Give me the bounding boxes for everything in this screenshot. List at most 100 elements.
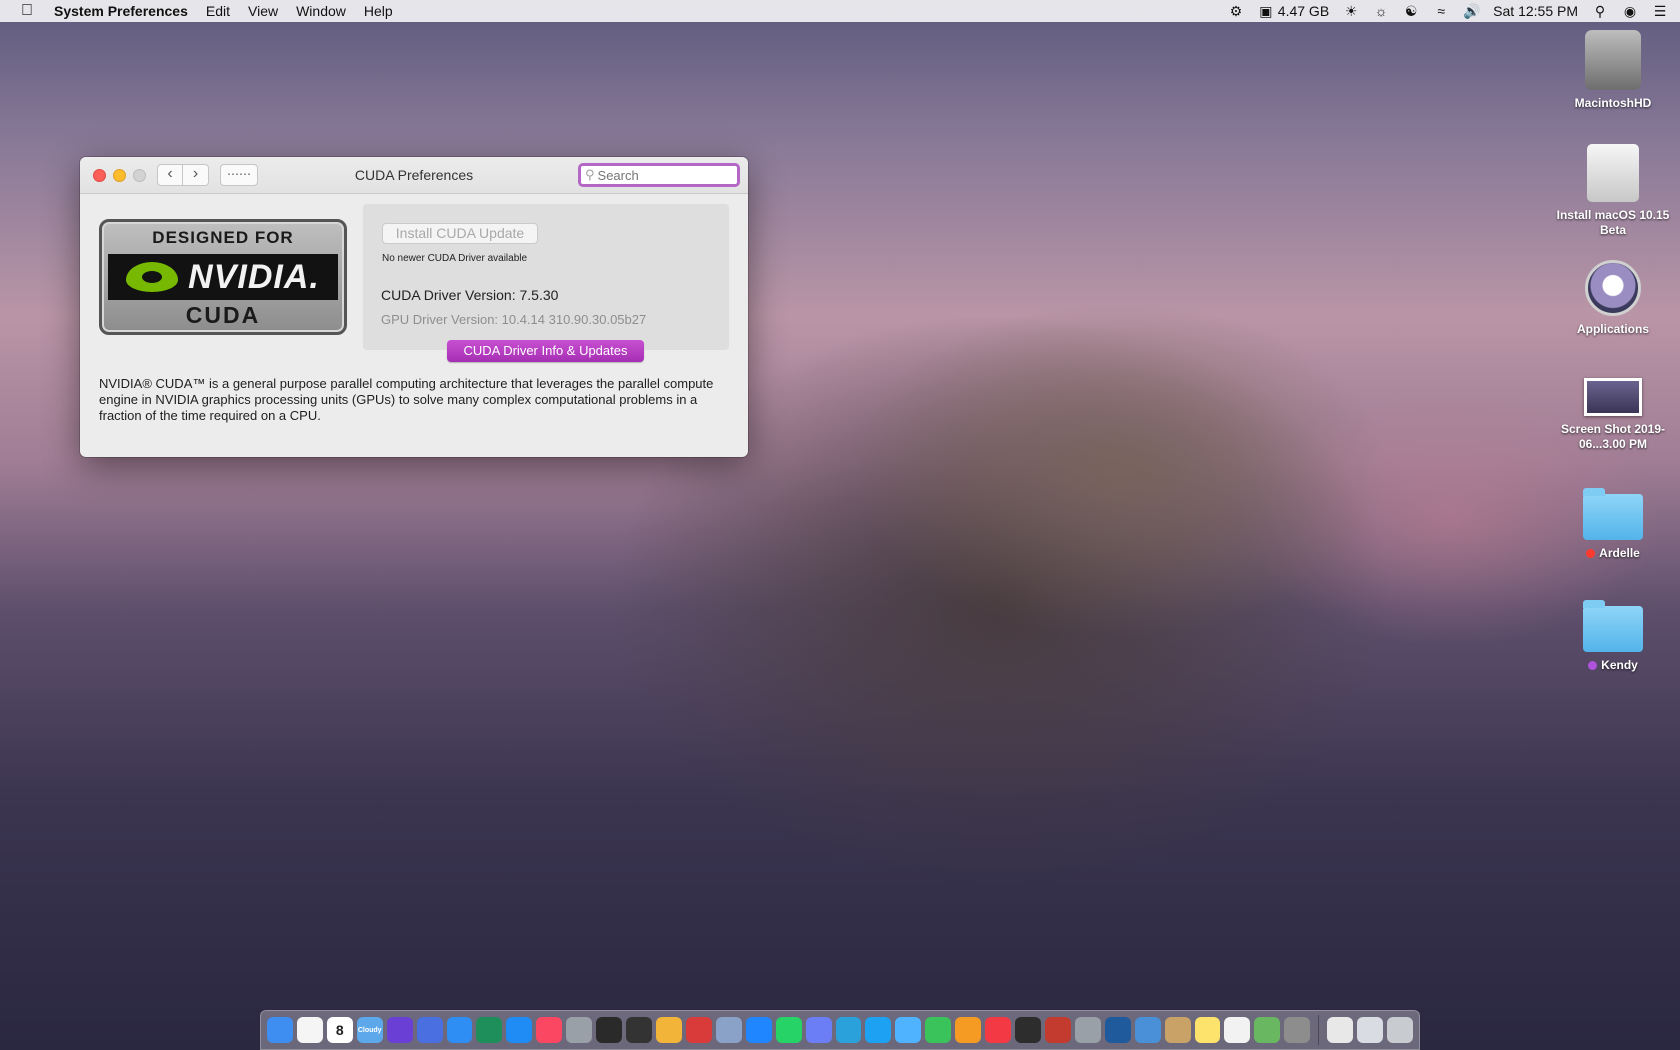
notification-center-icon[interactable]: ☰: [1652, 3, 1668, 19]
apple-menu-icon[interactable]: : [0, 2, 54, 20]
red-tag-icon: [1586, 549, 1596, 558]
dock-window-stack-icon[interactable]: [1357, 1017, 1384, 1043]
menu-edit[interactable]: Edit: [206, 3, 230, 19]
dock-disk-utility-icon[interactable]: [1074, 1017, 1101, 1043]
menu-window[interactable]: Window: [296, 3, 346, 19]
dock-clock-icon[interactable]: [296, 1017, 323, 1043]
dock-notes-icon[interactable]: [1194, 1017, 1221, 1043]
dock-twitter-icon[interactable]: [865, 1017, 892, 1043]
desktop-icon-folder-kendy[interactable]: Kendy: [1553, 600, 1673, 673]
hard-drive-icon: [1585, 30, 1641, 90]
dock-weather-icon[interactable]: Cloudy: [356, 1017, 383, 1043]
install-cuda-update-button[interactable]: Install CUDA Update: [382, 223, 538, 244]
desktop-icon-install-macos[interactable]: Install macOS 10.15 Beta: [1553, 144, 1673, 238]
dock-photos-icon[interactable]: [655, 1017, 682, 1043]
dock-safari-alt-icon[interactable]: [416, 1017, 443, 1043]
status-area: ⚙ ▣ 4.47 GB ☀ ☼ ☯ ≈ 🔊 Sat 12:55 PM ⚲ ◉ ☰: [1228, 3, 1680, 19]
logo-brand-text: NVIDIA.: [188, 257, 320, 296]
update-status-text: No newer CUDA Driver available: [382, 253, 528, 264]
desktop-icon-label: MacintoshHD: [1574, 96, 1652, 110]
logo-top-text: DESIGNED FOR: [152, 228, 294, 247]
dock-messenger-icon[interactable]: [745, 1017, 772, 1043]
dock-contacts-icon[interactable]: [1164, 1017, 1191, 1043]
memory-value: 4.47 GB: [1277, 3, 1330, 19]
dock-mission-control-icon[interactable]: [626, 1017, 652, 1043]
app-name-menu[interactable]: System Preferences: [54, 3, 188, 19]
dock-safari-icon[interactable]: [446, 1017, 473, 1043]
dock-siri-icon[interactable]: [386, 1017, 413, 1043]
desktop-icon-label: Applications: [1576, 322, 1649, 336]
dock-mail-icon[interactable]: [715, 1017, 742, 1043]
window-titlebar[interactable]: ‹ › ⋯⋯ CUDA Preferences ⚲: [80, 157, 748, 194]
disk-image-icon: [1587, 144, 1639, 202]
desktop-icon-label: Install macOS 10.15 Beta: [1556, 208, 1670, 237]
cuda-description: NVIDIA® CUDA™ is a general purpose paral…: [99, 376, 714, 423]
folder-icon: [1583, 600, 1643, 652]
desktop-icon-label-row: Kendy: [1553, 658, 1673, 673]
desktop-icon-label: Kendy: [1601, 658, 1638, 672]
volume-icon[interactable]: 🔊: [1463, 3, 1480, 19]
dock-maps-icon[interactable]: [1254, 1017, 1281, 1043]
menu-bar:  System Preferences Edit View Window He…: [0, 0, 1680, 22]
screenshot-thumbnail-icon: [1584, 378, 1642, 416]
dock-document-icon[interactable]: [1327, 1017, 1354, 1043]
dock-telegram-icon[interactable]: [835, 1017, 862, 1043]
dock-trash-icon[interactable]: [1387, 1017, 1414, 1043]
cpu-monitor-icon[interactable]: ⚙: [1228, 3, 1244, 19]
desktop-icon-macintosh-hd[interactable]: MacintoshHD: [1553, 30, 1673, 111]
dock-quicktime-icon[interactable]: [1104, 1017, 1131, 1043]
dock-music-icon[interactable]: [536, 1017, 563, 1043]
logo-brand-band: NVIDIA.: [108, 254, 338, 300]
search-input[interactable]: [597, 167, 728, 183]
folder-icon: [1583, 488, 1643, 540]
dock-discord-icon[interactable]: [805, 1017, 832, 1043]
dock: 8 Cloudy: [260, 1010, 1420, 1050]
dock-facetime-icon[interactable]: [925, 1017, 952, 1043]
desktop-icon-label: Screen Shot 2019-06...3.00 PM: [1560, 422, 1666, 451]
cuda-driver-version: CUDA Driver Version: 7.5.30: [381, 287, 559, 303]
search-icon: ⚲: [585, 167, 595, 182]
memory-status[interactable]: ▣ 4.47 GB: [1258, 3, 1329, 19]
desktop-icon-applications[interactable]: Applications: [1553, 260, 1673, 337]
spotlight-icon[interactable]: ⚲: [1592, 3, 1608, 19]
desktop-icon-screenshot[interactable]: Screen Shot 2019-06...3.00 PM: [1553, 378, 1673, 452]
nvidia-cuda-logo: DESIGNED FOR NVIDIA. CUDA: [99, 219, 347, 335]
sun-icon[interactable]: ☼: [1373, 3, 1389, 19]
dock-reminders-icon[interactable]: [1224, 1017, 1251, 1043]
menu-view[interactable]: View: [248, 3, 278, 19]
logo-bottom-text: CUDA: [185, 302, 261, 328]
desktop-icon-folder-ardelle[interactable]: Ardelle: [1553, 488, 1673, 561]
purple-tag-icon: [1588, 661, 1598, 670]
wifi-icon[interactable]: ≈: [1433, 3, 1449, 19]
dock-activity-monitor-icon[interactable]: [1015, 1017, 1041, 1043]
search-field[interactable]: ⚲: [578, 163, 740, 187]
vpn-icon[interactable]: ☯: [1403, 3, 1419, 19]
siri-icon[interactable]: ◉: [1622, 3, 1638, 19]
dock-app-store-icon[interactable]: [506, 1017, 533, 1043]
dock-news-icon[interactable]: [985, 1017, 1012, 1043]
dock-home-icon[interactable]: [955, 1017, 982, 1043]
dock-photo-booth-icon[interactable]: [685, 1017, 712, 1043]
memory-icon: ▣: [1259, 3, 1273, 19]
dock-app-dot-icon[interactable]: [476, 1017, 503, 1043]
dock-calendar-icon[interactable]: 8: [326, 1017, 353, 1043]
gpu-driver-version: GPU Driver Version: 10.4.14 310.90.30.05…: [381, 312, 647, 327]
dock-messages-icon[interactable]: [895, 1017, 922, 1043]
dock-photo-app-icon[interactable]: [1044, 1017, 1071, 1043]
dock-launchpad-icon[interactable]: [566, 1017, 593, 1043]
clock[interactable]: Sat 12:55 PM: [1493, 3, 1578, 19]
dock-preview-icon[interactable]: [1134, 1017, 1161, 1043]
dock-system-preferences-icon[interactable]: [1284, 1017, 1311, 1043]
dock-finder-icon[interactable]: [266, 1017, 293, 1043]
applications-folder-icon: [1585, 260, 1641, 316]
brightness-icon[interactable]: ☀: [1343, 3, 1359, 19]
dock-separator: [1318, 1015, 1320, 1045]
nvidia-eye-icon: [126, 262, 179, 292]
cuda-preferences-window: ‹ › ⋯⋯ CUDA Preferences ⚲ DESIGNED FOR N…: [80, 157, 748, 457]
dock-whatsapp-icon[interactable]: [775, 1017, 802, 1043]
dock-dashboard-icon[interactable]: [596, 1017, 623, 1043]
cuda-driver-info-button[interactable]: CUDA Driver Info & Updates: [447, 340, 644, 362]
menu-help[interactable]: Help: [364, 3, 393, 19]
desktop-icon-label: Ardelle: [1599, 546, 1640, 560]
desktop-icon-label-row: Ardelle: [1553, 546, 1673, 561]
